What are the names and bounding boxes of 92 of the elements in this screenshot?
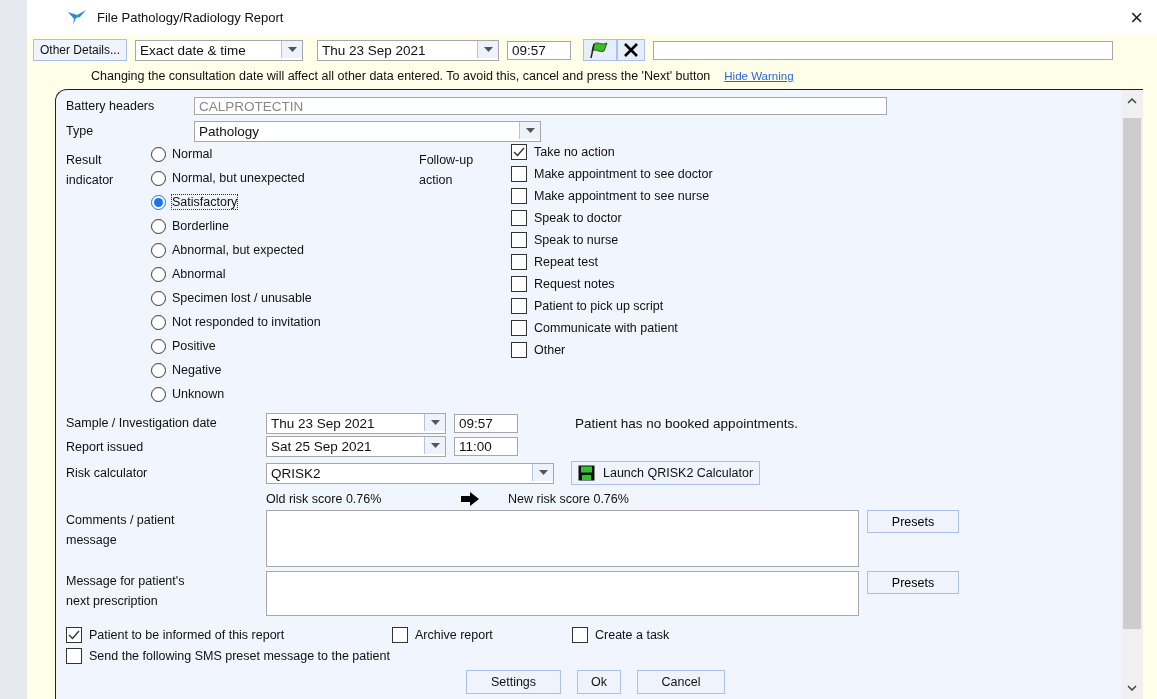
checkbox-label[interactable]: Send the following SMS preset message to the patient (89, 649, 390, 663)
report-date-dropdown[interactable]: Sat 25 Sep 2021 (266, 436, 446, 457)
arrow-right-icon (461, 492, 479, 506)
checkbox-label[interactable]: Request notes (534, 277, 615, 291)
checkbox-label[interactable]: Take no action (534, 145, 615, 159)
radio-button[interactable] (151, 170, 166, 186)
radio-label[interactable]: Positive (172, 339, 216, 353)
checkbox[interactable] (392, 627, 408, 643)
other-details-button[interactable]: Other Details... (33, 39, 128, 61)
text-field[interactable] (653, 40, 1114, 60)
field-label: Report issued (66, 439, 145, 454)
old-risk-score: Old risk score 0.76% (266, 492, 383, 506)
warning-message: Changing the consultation date will affect all other data entered. To avoid this, cancel and press the 'Next' button (91, 69, 711, 83)
radio-button[interactable] (151, 338, 166, 354)
follow-up-action-label: Follow-up action (419, 152, 475, 189)
scroll-up-icon[interactable] (1127, 98, 1137, 104)
time-field[interactable]: 09:57 (454, 413, 518, 433)
checkbox[interactable] (511, 210, 527, 226)
date-mode-dropdown[interactable]: Exact date & time (135, 39, 304, 61)
radio-button[interactable] (151, 314, 166, 330)
field-label: Message for patient's next prescription (66, 573, 186, 610)
field-label: Sample / Investigation date (66, 416, 218, 430)
radio-label[interactable]: Abnormal, but expected (172, 243, 305, 257)
radio-button[interactable] (151, 362, 166, 378)
clear-button[interactable] (617, 39, 646, 61)
date-dropdown[interactable]: Thu 23 Sep 2021 (317, 39, 500, 61)
appointments-note: Patient has no booked appointments. (575, 415, 798, 431)
checkbox-label[interactable]: Speak to doctor (534, 211, 622, 225)
type-dropdown[interactable]: Pathology (194, 120, 541, 142)
checkbox[interactable] (511, 298, 527, 314)
checkbox[interactable] (511, 188, 527, 204)
battery-headers-field[interactable]: CALPROTECTIN (194, 97, 887, 115)
field-label: Battery headers (66, 99, 156, 113)
checkbox-label[interactable]: Communicate with patient (534, 321, 678, 335)
radio-button[interactable] (151, 146, 166, 162)
radio-button[interactable] (151, 218, 166, 234)
time-field[interactable]: 09:57 (507, 40, 572, 60)
scroll-down-icon[interactable] (1127, 685, 1137, 691)
checkbox[interactable] (66, 627, 82, 643)
dialog-button[interactable]: Settings (466, 670, 561, 694)
checkbox[interactable] (66, 648, 82, 664)
radio-label[interactable]: Satisfactory (172, 195, 238, 209)
radio-label[interactable]: Normal, but unexpected (172, 171, 305, 185)
presets-button[interactable]: Presets (867, 571, 959, 594)
checkbox-label[interactable]: Make appointment to see doctor (534, 167, 713, 181)
scrollbar[interactable] (1121, 90, 1143, 699)
checkbox-label[interactable]: Patient to be informed of this report (89, 628, 285, 642)
checkbox-label[interactable]: Repeat test (534, 255, 598, 269)
launch-calculator-button[interactable]: Launch QRISK2 Calculator (571, 461, 761, 485)
window-title: File Pathology/Radiology Report (97, 10, 285, 25)
checkbox-label[interactable]: Create a task (595, 628, 670, 642)
checkbox[interactable] (511, 276, 527, 292)
close-button[interactable]: × (1130, 4, 1157, 31)
checkbox-label[interactable]: Patient to pick up script (534, 299, 664, 313)
radio-label[interactable]: Abnormal (172, 267, 226, 281)
checkbox[interactable] (572, 627, 588, 643)
radio-label[interactable]: Normal (172, 147, 213, 161)
field-label: Risk calculator (66, 466, 149, 480)
checkbox-label[interactable]: Speak to nurse (534, 233, 619, 247)
checkbox[interactable] (511, 166, 527, 182)
radio-button[interactable] (151, 386, 166, 402)
flag-button[interactable] (583, 39, 618, 61)
dialog-button[interactable]: Cancel (637, 670, 725, 694)
time-field[interactable]: 11:00 (454, 437, 518, 456)
radio-label[interactable]: Borderline (172, 219, 229, 233)
field-label: Comments / patient message (66, 512, 176, 549)
hide-warning-link[interactable]: Hide Warning (724, 70, 794, 82)
close-icon (623, 42, 640, 58)
result-indicator-label: Result indicator (66, 152, 115, 189)
dialog-button[interactable]: Ok (577, 670, 621, 694)
checkbox-label[interactable]: Make appointment to see nurse (534, 189, 710, 203)
radio-label[interactable]: Negative (172, 363, 222, 377)
presets-button[interactable]: Presets (867, 510, 959, 533)
checkbox-label[interactable]: Archive report (415, 628, 493, 642)
field-label: Type (66, 124, 95, 138)
radio-label[interactable]: Not responded to invitation (172, 315, 321, 329)
bird-logo-icon (67, 8, 87, 27)
radio-label[interactable]: Unknown (172, 387, 225, 401)
sample-date-dropdown[interactable]: Thu 23 Sep 2021 (266, 412, 446, 434)
checkbox-label[interactable]: Other (534, 343, 566, 357)
radio-label[interactable]: Specimen lost / unusable (172, 291, 312, 305)
radio-button[interactable] (151, 266, 166, 282)
radio-button[interactable] (151, 194, 166, 210)
checkbox[interactable] (511, 320, 527, 336)
risk-calculator-dropdown[interactable]: QRISK2 (266, 462, 554, 484)
radio-button[interactable] (151, 242, 166, 258)
new-risk-score: New risk score 0.76% (508, 492, 629, 506)
checkbox[interactable] (511, 144, 527, 160)
checkbox[interactable] (511, 342, 527, 358)
radio-button[interactable] (151, 290, 166, 306)
checkbox[interactable] (511, 254, 527, 270)
checkbox[interactable] (511, 232, 527, 248)
